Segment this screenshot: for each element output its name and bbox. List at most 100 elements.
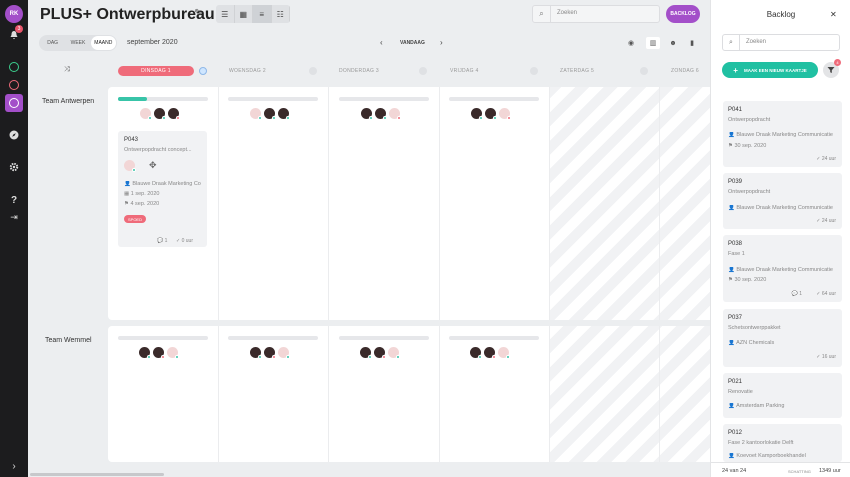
card-code: P037 (728, 315, 743, 321)
avatar[interactable] (498, 347, 510, 359)
day-indicator-4[interactable] (530, 67, 538, 75)
users-icon[interactable]: ☻ (666, 37, 680, 49)
task-client: 👤 Blauwe Draak Marketing Co (124, 181, 201, 187)
backlog-footer: 24 van 24 SCHATTING 1349 uur (711, 462, 850, 477)
avatar[interactable] (389, 108, 401, 120)
weekend-area (549, 326, 710, 462)
search-input[interactable]: Zoeken (557, 10, 577, 16)
prev-chevron-icon[interactable]: ‹ (380, 38, 383, 47)
status-green-icon[interactable] (9, 62, 19, 72)
day-indicator-5[interactable] (640, 67, 648, 75)
edit-icon[interactable]: ✎ (194, 8, 202, 19)
avatar[interactable] (361, 108, 373, 120)
avatar[interactable] (470, 347, 482, 359)
card-date: ⚑ 30 sep. 2020 (728, 143, 767, 149)
avatar[interactable] (153, 347, 165, 359)
shuffle-icon[interactable]: ⤨ (64, 66, 70, 74)
avatar[interactable] (264, 108, 276, 120)
current-month: september 2020 (127, 39, 178, 46)
horizontal-scrollbar[interactable] (30, 473, 164, 476)
avatar[interactable] (124, 160, 136, 172)
status-badge: SPOED (124, 215, 146, 223)
day-header-5: ZATERDAG 5 (560, 68, 595, 74)
avatar[interactable] (375, 108, 387, 120)
avatar[interactable] (278, 347, 290, 359)
day-header-2: WOENSDAG 2 (229, 68, 266, 74)
avatar[interactable] (484, 347, 496, 359)
columns-icon[interactable]: ▥ (646, 37, 660, 49)
card-subtitle: Fase 2 kantoorlokatie Delft (728, 440, 794, 446)
task-end: ⚑ 4 sep. 2020 (124, 201, 160, 207)
new-card-button[interactable]: + MAAK EEN NIEUW KAARTJE (722, 62, 818, 78)
task-card[interactable]: P043 Ontwerpopdracht concept... ✥ 👤 Blau… (118, 131, 207, 247)
avatar[interactable]: RK (5, 5, 23, 23)
avatar[interactable] (388, 347, 400, 359)
avatar[interactable] (139, 347, 151, 359)
card-comments: 💬 1 (791, 291, 802, 297)
day-indicator-1[interactable] (199, 67, 207, 75)
avatar[interactable] (167, 347, 179, 359)
today-button[interactable]: VANDAAG (400, 40, 425, 46)
card-subtitle: Fase 1 (728, 251, 745, 257)
day-indicator-3[interactable] (419, 67, 427, 75)
tab-month[interactable]: MAAND (90, 36, 116, 50)
avatar[interactable] (471, 108, 483, 120)
card-code: P039 (728, 179, 743, 185)
card-hours: ✓ 64 uur (816, 291, 836, 297)
search-icon: ⌕ (723, 35, 740, 50)
card-client: 👤 Amsterdam Parking (728, 403, 785, 409)
backlog-search-box[interactable]: ⌕ Zoeken (722, 34, 840, 51)
avatar[interactable] (168, 108, 180, 120)
day-indicator-2[interactable] (309, 67, 317, 75)
backlog-button[interactable]: BACKLOG (666, 5, 700, 23)
search-box[interactable]: ⌕ Zoeken (532, 5, 660, 23)
logout-icon[interactable]: ⇥ (7, 210, 21, 224)
avatar[interactable] (485, 108, 497, 120)
backlog-panel: Backlog ✕ ⌕ Zoeken + MAAK EEN NIEUW KAAR… (710, 0, 850, 477)
backlog-card[interactable]: P037 Schetsontwerppakket 👤 AZN Chemicals… (723, 309, 842, 367)
card-code: P041 (728, 107, 743, 113)
avatar[interactable] (278, 108, 290, 120)
backlog-card[interactable]: P012 Fase 2 kantoorlokatie Delft 👤 Koevo… (723, 424, 842, 462)
backlog-card[interactable]: P038 Fase 1 👤 Blauwe Draak Marketing Com… (723, 235, 842, 302)
avatar[interactable] (250, 108, 262, 120)
eye-icon[interactable]: ◉ (624, 37, 638, 49)
card-client: 👤 AZN Chemicals (728, 340, 775, 346)
compass-icon[interactable] (7, 128, 21, 142)
backlog-card[interactable]: P021 Renovatie 👤 Amsterdam Parking (723, 373, 842, 418)
avatar[interactable] (264, 347, 276, 359)
calendar-view-icon[interactable]: ▦ (234, 5, 253, 23)
card-client: 👤 Blauwe Draak Marketing Communicatie (728, 205, 833, 211)
planning-view-icon[interactable]: ≡ (253, 5, 272, 23)
close-icon[interactable]: ✕ (830, 10, 837, 19)
new-card-label: MAAK EEN NIEUW KAARTJE (743, 67, 807, 73)
avatar[interactable] (360, 347, 372, 359)
card-hours: ✓ 24 uur (816, 218, 836, 224)
card-date: ⚑ 30 sep. 2020 (728, 277, 767, 283)
avatar[interactable] (154, 108, 166, 120)
capacity-bar (228, 97, 318, 101)
move-icon[interactable]: ✥ (149, 160, 157, 171)
gear-icon[interactable] (7, 160, 21, 174)
tab-week[interactable]: WEEK (65, 36, 90, 50)
help-icon[interactable]: ? (7, 193, 21, 207)
expand-nav-icon[interactable]: › (7, 459, 21, 473)
pin-icon[interactable]: ▮ (685, 37, 699, 49)
status-red-icon[interactable] (9, 80, 19, 90)
avatar[interactable] (140, 108, 152, 120)
plus-icon: + (733, 65, 738, 75)
team-view-icon[interactable]: ☷ (271, 5, 290, 23)
backlog-card[interactable]: P041 Ontwerpopdracht 👤 Blauwe Draak Mark… (723, 101, 842, 167)
list-view-icon[interactable]: ☰ (216, 5, 235, 23)
next-chevron-icon[interactable]: › (440, 38, 443, 47)
task-start: ▦ 1 sep. 2020 (124, 191, 160, 197)
backlog-search-input[interactable]: Zoeken (746, 39, 766, 45)
tab-day[interactable]: DAG (40, 36, 65, 50)
avatar[interactable] (499, 108, 511, 120)
avatar[interactable] (374, 347, 386, 359)
capacity-bar (118, 97, 208, 101)
avatar[interactable] (250, 347, 262, 359)
backlog-card[interactable]: P039 Ontwerpopdracht 👤 Blauwe Draak Mark… (723, 173, 842, 229)
weekend-area (549, 87, 710, 320)
card-hours: ✓ 16 uur (816, 354, 836, 360)
